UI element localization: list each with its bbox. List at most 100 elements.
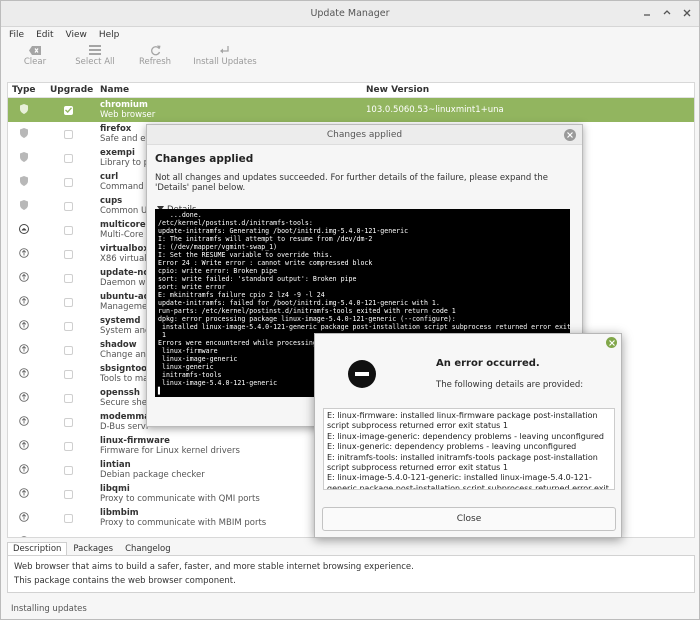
- upgrade-checkbox[interactable]: [63, 441, 73, 451]
- upgrade-cell: [50, 538, 100, 539]
- type-cell: [8, 367, 50, 381]
- error-title: An error occurred.: [436, 358, 540, 369]
- type-cell: [8, 151, 50, 165]
- upgrade-icon: [19, 319, 29, 333]
- upgrade-cell: [50, 177, 100, 187]
- upgrade-icon: [19, 391, 29, 405]
- type-cell: [8, 271, 50, 285]
- menu-file[interactable]: File: [9, 30, 24, 40]
- tab-changelog[interactable]: Changelog: [119, 542, 177, 556]
- type-cell: [8, 199, 50, 213]
- terminal-line: I: Set the RESUME variable to override t…: [158, 251, 333, 259]
- upgrade-checkbox[interactable]: [63, 225, 73, 235]
- return-icon: [187, 43, 263, 57]
- upgrade-checkbox[interactable]: [63, 513, 73, 523]
- error-details-box[interactable]: E: linux-firmware: installed linux-firmw…: [323, 408, 615, 490]
- upgrade-checkbox[interactable]: [63, 345, 73, 355]
- menu-view[interactable]: View: [66, 30, 87, 40]
- type-cell: [8, 487, 50, 501]
- name-cell: chromium Web browser: [100, 100, 366, 120]
- error-detail-line: E: linux-firmware: installed linux-firmw…: [327, 411, 598, 431]
- upgrade-checkbox[interactable]: [63, 201, 73, 211]
- type-cell: [8, 343, 50, 357]
- error-detail-line: E: linux-image-5.4.0-121-generic: instal…: [327, 473, 609, 490]
- install-updates-button[interactable]: Install Updates: [187, 43, 263, 67]
- close-icon[interactable]: [681, 7, 693, 19]
- terminal-line: Error 24 : Write error : cannot write co…: [158, 259, 373, 267]
- upgrade-checkbox[interactable]: [63, 393, 73, 403]
- close-icon[interactable]: [606, 337, 617, 348]
- mint-icon: [19, 223, 29, 237]
- type-cell: [8, 295, 50, 309]
- upgrade-checkbox[interactable]: [63, 129, 73, 139]
- column-type[interactable]: Type: [8, 85, 50, 95]
- upgrade-checkbox[interactable]: [63, 465, 73, 475]
- column-name[interactable]: Name: [100, 85, 366, 95]
- terminal-line: I: (/dev/mapper/vgmint-swap_1): [158, 243, 278, 251]
- terminal-line: update-initramfs: failed for /boot/initr…: [158, 299, 440, 307]
- column-upgrade[interactable]: Upgrade: [50, 85, 100, 95]
- upgrade-cell: [50, 345, 100, 355]
- window-title: Update Manager: [310, 8, 390, 19]
- upgrade-checkbox[interactable]: [63, 273, 73, 283]
- upgrade-cell: [50, 105, 100, 115]
- shield-icon: [20, 151, 28, 165]
- upgrade-cell: [50, 321, 100, 331]
- error-subtitle: The following details are provided:: [436, 380, 584, 390]
- upgrade-checkbox[interactable]: [63, 297, 73, 307]
- upgrade-cell: [50, 369, 100, 379]
- table-row[interactable]: chromium Web browser 103.0.5060.53~linuxmi…: [8, 98, 694, 122]
- error-detail-line: E: linux-generic: dependency problems - …: [327, 442, 577, 452]
- minimize-icon[interactable]: [641, 7, 653, 19]
- upgrade-cell: [50, 465, 100, 475]
- type-cell: [8, 223, 50, 237]
- close-icon[interactable]: [564, 129, 576, 141]
- status-text: Installing updates: [11, 604, 87, 614]
- toolbar: Clear Select All Refresh Install Updates: [1, 43, 699, 75]
- maximize-icon[interactable]: [661, 7, 673, 19]
- terminal-line: sort: write failed: 'standard output': B…: [158, 275, 357, 283]
- upgrade-checkbox[interactable]: [63, 369, 73, 379]
- terminal-line: cpio: write error: Broken pipe: [158, 267, 278, 275]
- menu-bar: File Edit View Help: [1, 27, 699, 43]
- upgrade-checkbox[interactable]: [64, 538, 73, 539]
- tab-description[interactable]: Description: [7, 542, 68, 556]
- type-cell: [8, 103, 50, 117]
- select-all-button[interactable]: Select All: [67, 43, 123, 67]
- terminal-line: I: The initramfs will attempt to resume …: [158, 235, 373, 243]
- upgrade-checkbox[interactable]: [63, 105, 73, 115]
- column-new-version[interactable]: New Version: [366, 85, 429, 95]
- terminal-line: sort: write error: [158, 283, 226, 291]
- upgrade-icon: [19, 247, 29, 261]
- upgrade-icon: [19, 463, 29, 477]
- clear-label: Clear: [23, 57, 47, 67]
- clear-button[interactable]: Clear: [7, 43, 63, 67]
- changes-dialog-title: Changes applied: [326, 130, 403, 140]
- changes-dialog-message: Not all changes and updates succeeded. F…: [155, 173, 548, 193]
- error-dialog: An error occurred. The following details…: [314, 333, 622, 538]
- detail-tabs: Description Packages Changelog: [7, 542, 177, 556]
- menu-edit[interactable]: Edit: [36, 30, 53, 40]
- upgrade-checkbox[interactable]: [63, 417, 73, 427]
- description-line-1: Web browser that aims to build a safer, …: [14, 562, 414, 572]
- tab-packages[interactable]: Packages: [67, 542, 119, 556]
- select-all-icon: [67, 43, 123, 57]
- type-cell: [8, 127, 50, 141]
- upgrade-checkbox[interactable]: [63, 489, 73, 499]
- refresh-icon: [127, 43, 183, 57]
- upgrade-checkbox[interactable]: [63, 321, 73, 331]
- terminal-line: installed linux-image-5.4.0-121-generic …: [158, 323, 570, 331]
- refresh-button[interactable]: Refresh: [127, 43, 183, 67]
- upgrade-cell: [50, 249, 100, 259]
- upgrade-checkbox[interactable]: [63, 177, 73, 187]
- description-panel: Web browser that aims to build a safer, …: [7, 555, 695, 593]
- close-button[interactable]: Close: [322, 507, 616, 531]
- upgrade-checkbox[interactable]: [63, 249, 73, 259]
- backspace-icon: [7, 43, 63, 57]
- upgrade-icon: [19, 487, 29, 501]
- upgrade-checkbox[interactable]: [63, 153, 73, 163]
- menu-help[interactable]: Help: [99, 30, 120, 40]
- terminal-line: dpkg: error processing package linux-ima…: [158, 315, 456, 323]
- upgrade-cell: [50, 297, 100, 307]
- upgrade-icon: [19, 415, 29, 429]
